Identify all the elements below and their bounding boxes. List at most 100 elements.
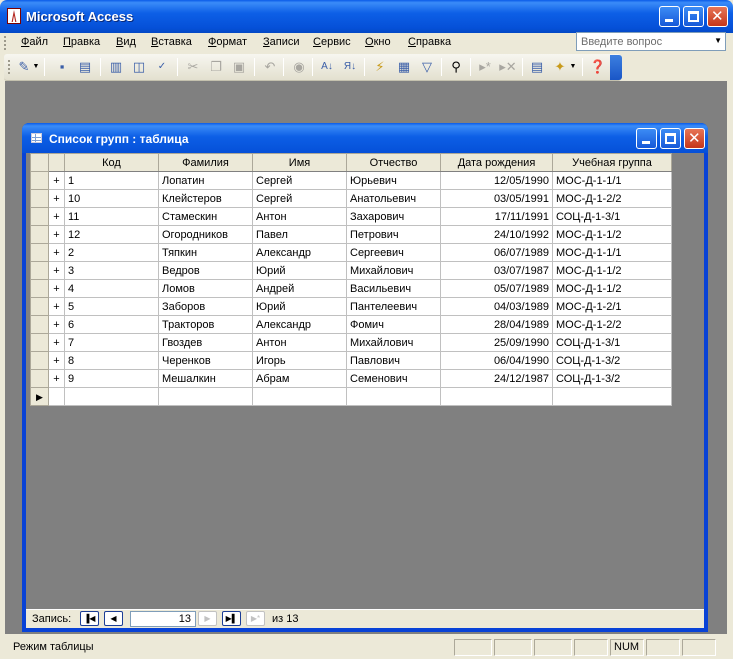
maximize-button[interactable] (683, 6, 704, 27)
cell-birthdate[interactable]: 28/04/1989 (440, 315, 553, 334)
cell-id[interactable]: 11 (64, 207, 159, 226)
new-object-icon[interactable]: ✦ (550, 58, 570, 76)
table-row[interactable]: +1 Лопатин Сергей Юрьевич 12/05/1990 МОС-Д-1-… (30, 171, 672, 190)
cell-firstname[interactable]: Юрий (252, 261, 347, 280)
record-selector[interactable] (30, 243, 49, 262)
table-row[interactable]: +3 Ведров Юрий Михайлович 03/07/1987 МОС-Д-1-… (30, 261, 672, 280)
menu-tools[interactable]: Сервис (313, 36, 351, 48)
search-file-icon[interactable]: ▤ (75, 58, 95, 76)
cell-birthdate[interactable]: 03/05/1991 (440, 189, 553, 208)
table-row[interactable]: +6 Тракторов Александр Фомич 28/04/1989 МОС-Д… (30, 315, 672, 334)
table-row[interactable]: +4 Ломов Андрей Васильевич 05/07/1989 МОС-Д-1… (30, 279, 672, 298)
cell-firstname[interactable]: Александр (252, 315, 347, 334)
record-selector[interactable] (30, 207, 49, 226)
cell-firstname[interactable]: Абрам (252, 369, 347, 388)
cell-birthdate[interactable]: 03/07/1987 (440, 261, 553, 280)
expand-subdatasheet-icon[interactable]: + (48, 369, 65, 388)
expand-subdatasheet-icon[interactable]: + (48, 351, 65, 370)
expand-subdatasheet-icon[interactable]: + (48, 189, 65, 208)
cell-firstname[interactable]: Сергей (252, 189, 347, 208)
cell-lastname[interactable]: Мешалкин (158, 369, 253, 388)
record-selector[interactable] (30, 369, 49, 388)
cell-id[interactable]: 3 (64, 261, 159, 280)
cell-patronymic[interactable]: Юрьевич (346, 171, 441, 190)
new-record-row[interactable] (30, 387, 672, 406)
cell-patronymic[interactable]: Михайлович (346, 261, 441, 280)
menu-format[interactable]: Формат (208, 36, 247, 48)
table-window-title-bar[interactable]: Список групп : таблица ✕ (22, 123, 708, 153)
cell-firstname[interactable]: Игорь (252, 351, 347, 370)
cell-birthdate[interactable]: 12/05/1990 (440, 171, 553, 190)
expand-subdatasheet-icon[interactable]: + (48, 207, 65, 226)
new-expand-cell[interactable] (48, 387, 65, 406)
column-header-firstname[interactable]: Имя (252, 153, 347, 172)
expand-subdatasheet-icon[interactable]: + (48, 297, 65, 316)
record-selector[interactable] (30, 189, 49, 208)
cell-birthdate[interactable]: 17/11/1991 (440, 207, 553, 226)
cell-lastname[interactable]: Гвоздев (158, 333, 253, 352)
cell-group[interactable]: МОС-Д-1-2/2 (552, 189, 672, 208)
properties-icon[interactable]: ▤ (527, 58, 547, 76)
new-cell[interactable] (64, 387, 159, 406)
cell-patronymic[interactable]: Сергеевич (346, 243, 441, 262)
cell-group[interactable]: МОС-Д-1-1/2 (552, 225, 672, 244)
cell-firstname[interactable]: Андрей (252, 279, 347, 298)
cell-birthdate[interactable]: 04/03/1989 (440, 297, 553, 316)
cell-patronymic[interactable]: Фомич (346, 315, 441, 334)
expand-subdatasheet-icon[interactable]: + (48, 315, 65, 334)
menu-help[interactable]: Справка (408, 36, 451, 48)
cell-firstname[interactable]: Сергей (252, 171, 347, 190)
cell-patronymic[interactable]: Захарович (346, 207, 441, 226)
cell-group[interactable]: СОЦ-Д-1-3/1 (552, 207, 672, 226)
new-record-icon[interactable]: ▸* (475, 58, 495, 76)
cell-lastname[interactable]: Заборов (158, 297, 253, 316)
menu-insert[interactable]: Вставка (151, 36, 192, 48)
sort-descending-icon[interactable]: Я↓ (340, 58, 360, 76)
cell-patronymic[interactable]: Семенович (346, 369, 441, 388)
table-row[interactable]: +11 Стамескин Антон Захарович 17/11/1991 СОЦ-… (30, 207, 672, 226)
copy-icon[interactable]: ❐ (206, 58, 226, 76)
record-selector[interactable] (30, 351, 49, 370)
cell-lastname[interactable]: Ломов (158, 279, 253, 298)
record-selector[interactable] (30, 261, 49, 280)
paste-icon[interactable]: ▣ (229, 58, 249, 76)
menu-grip[interactable] (4, 36, 7, 50)
cell-patronymic[interactable]: Пантелеевич (346, 297, 441, 316)
cell-id[interactable]: 9 (64, 369, 159, 388)
last-record-button[interactable]: ▶▌ (222, 611, 241, 626)
view-dropdown-icon[interactable]: ▼ (32, 58, 40, 76)
menu-window[interactable]: Окно (365, 36, 391, 48)
toolbar-grip[interactable] (8, 60, 11, 74)
cell-group[interactable]: СОЦ-Д-1-3/2 (552, 351, 672, 370)
cell-birthdate[interactable]: 06/07/1989 (440, 243, 553, 262)
cell-id[interactable]: 4 (64, 279, 159, 298)
cell-birthdate[interactable]: 24/12/1987 (440, 369, 553, 388)
ask-question-input[interactable]: Введите вопрос ▼ (576, 32, 726, 51)
table-row[interactable]: +12 Огородников Павел Петрович 24/10/1992 МОС… (30, 225, 672, 244)
previous-record-button[interactable]: ◀ (104, 611, 123, 626)
cell-lastname[interactable]: Огородников (158, 225, 253, 244)
table-row[interactable]: +2 Тяпкин Александр Сергеевич 06/07/1989 МОС-… (30, 243, 672, 262)
cell-id[interactable]: 8 (64, 351, 159, 370)
new-cell[interactable] (440, 387, 553, 406)
new-record-selector[interactable] (30, 387, 49, 406)
apply-filter-icon[interactable]: ▽ (417, 58, 437, 76)
print-icon[interactable]: ▥ (106, 58, 126, 76)
table-close-button[interactable]: ✕ (684, 128, 705, 149)
cell-lastname[interactable]: Черенков (158, 351, 253, 370)
cell-patronymic[interactable]: Павлович (346, 351, 441, 370)
expand-subdatasheet-icon[interactable]: + (48, 333, 65, 352)
column-header-group[interactable]: Учебная группа (552, 153, 672, 172)
new-object-dropdown-icon[interactable]: ▼ (569, 58, 577, 76)
spelling-icon[interactable]: ✓ (152, 58, 172, 76)
find-icon[interactable]: ⚲ (446, 58, 466, 76)
cell-birthdate[interactable]: 25/09/1990 (440, 333, 553, 352)
menu-view[interactable]: Вид (116, 36, 136, 48)
new-cell[interactable] (252, 387, 347, 406)
save-icon[interactable]: ▪ (52, 58, 72, 76)
cell-birthdate[interactable]: 05/07/1989 (440, 279, 553, 298)
expand-subdatasheet-icon[interactable]: + (48, 279, 65, 298)
cell-lastname[interactable]: Тяпкин (158, 243, 253, 262)
cell-patronymic[interactable]: Михайлович (346, 333, 441, 352)
cell-group[interactable]: МОС-Д-1-1/2 (552, 261, 672, 280)
